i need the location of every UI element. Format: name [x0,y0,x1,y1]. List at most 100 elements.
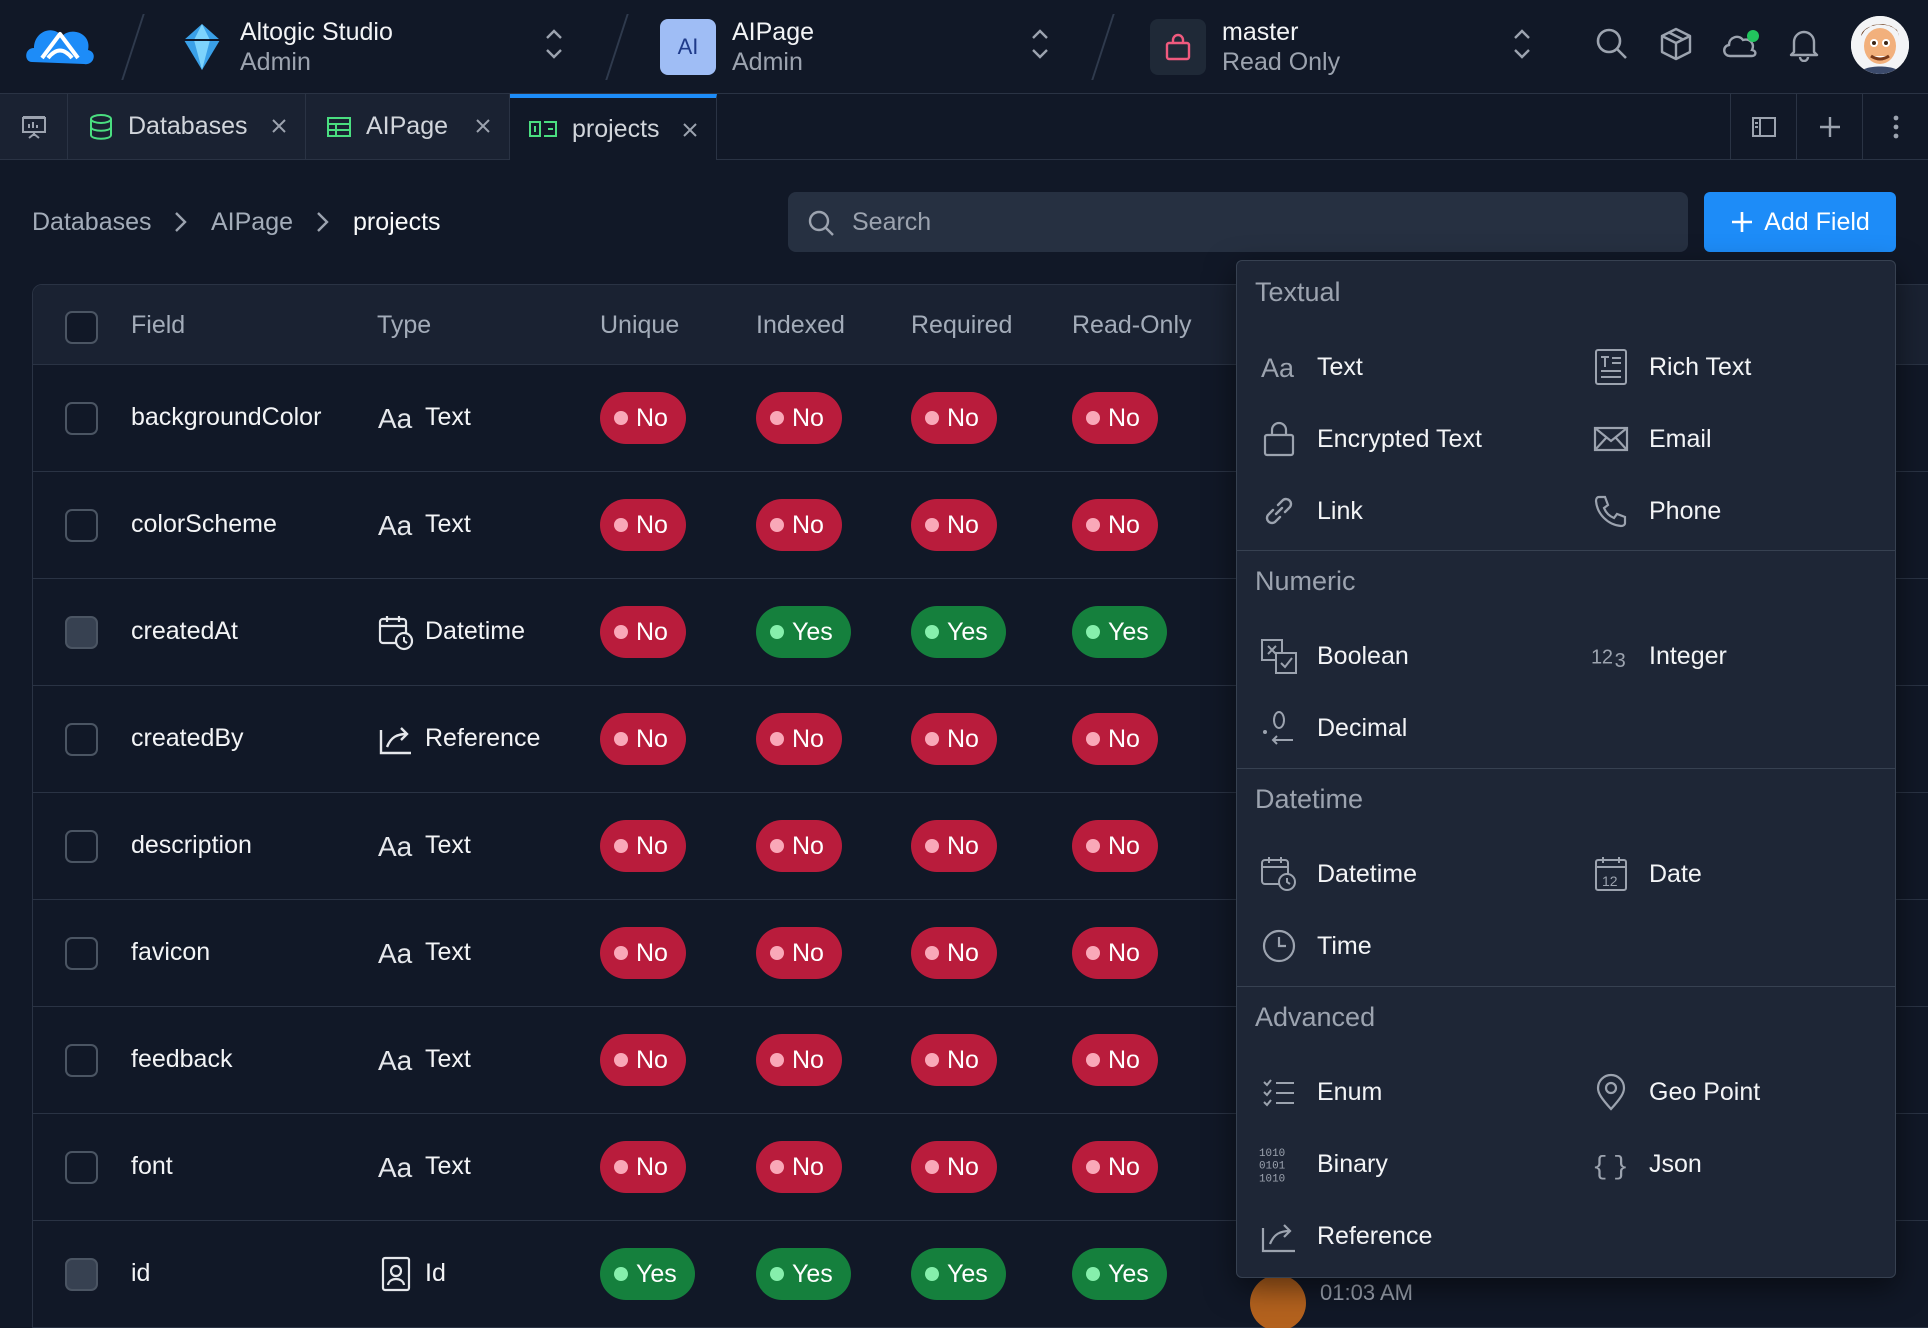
column-header-required[interactable]: Required [911,311,1012,340]
field-name[interactable]: font [131,1152,173,1181]
unique-badge: No [600,606,686,658]
search-bar [788,192,1688,252]
tab-aipage[interactable]: AIPage [306,94,510,159]
row-checkbox[interactable] [65,402,98,435]
field-name[interactable]: id [131,1259,150,1288]
email-icon [1591,419,1631,459]
select-all-checkbox[interactable] [65,311,98,344]
status-dot [614,1160,628,1174]
field-name[interactable]: backgroundColor [131,403,321,432]
menu-item-label: Date [1649,859,1702,888]
badge-label: No [636,938,668,967]
menu-item-email[interactable]: Email [1591,409,1891,469]
altogic-logo[interactable] [22,18,98,76]
menu-item-encrypted-text[interactable]: Encrypted Text [1259,409,1559,469]
row-checkbox[interactable] [65,830,98,863]
row-checkbox[interactable] [65,723,98,756]
close-icon[interactable] [269,116,289,136]
badge-label: No [792,938,824,967]
indexed-badge: No [756,1141,842,1193]
row-checkbox[interactable] [65,616,98,649]
row-checkbox[interactable] [65,1044,98,1077]
menu-item-reference[interactable]: Reference [1259,1206,1559,1266]
cloud-status-icon[interactable] [1720,26,1760,62]
menu-item-text[interactable]: Aa Text [1259,337,1559,397]
tab-overview[interactable] [0,94,68,159]
search-input[interactable] [852,192,1652,252]
field-name[interactable]: favicon [131,938,210,967]
row-checkbox[interactable] [65,509,98,542]
menu-section-advanced: Advanced [1255,1002,1376,1032]
env-mode: Read Only [1222,48,1341,76]
toggle-panel-button[interactable] [1730,94,1796,159]
row-checkbox[interactable] [65,937,98,970]
svg-text:12: 12 [1602,873,1618,889]
env-chevron-updown-icon[interactable] [1511,24,1533,64]
menu-item-rich-text[interactable]: Rich Text [1591,337,1891,397]
field-name[interactable]: colorScheme [131,510,277,539]
field-name[interactable]: description [131,831,252,860]
tab-databases[interactable]: Databases [68,94,306,159]
field-name[interactable]: createdAt [131,617,238,646]
menu-item-decimal[interactable]: Decimal [1259,698,1559,758]
user-avatar[interactable] [1851,16,1909,74]
tab-label: Databases [128,112,248,140]
badge-label: No [1108,938,1140,967]
app-chevron-updown-icon[interactable] [1029,24,1051,64]
menu-item-link[interactable]: Link [1259,481,1559,541]
rich-text-icon [1591,347,1631,387]
add-field-button[interactable]: Add Field [1704,192,1896,252]
binary-icon: 1010 0101 1010 [1259,1144,1299,1185]
org-switcher[interactable]: Altogic Studio Admin [180,12,393,82]
svg-text:Aa: Aa [378,1152,413,1183]
required-badge: No [911,713,997,765]
tab-projects[interactable]: projects [510,94,717,160]
top-bar: Altogic Studio Admin AI AIPage Admin mas… [0,0,1928,94]
svg-text:Aa: Aa [378,938,413,969]
breadcrumb-databases[interactable]: Databases [32,208,152,237]
menu-item-phone[interactable]: Phone [1591,481,1891,541]
menu-item-json[interactable]: {} Json [1591,1134,1891,1194]
env-switcher[interactable]: master Read Only [1150,12,1340,82]
org-chevron-updown-icon[interactable] [543,24,565,64]
badge-label: No [636,1152,668,1181]
column-header-readonly[interactable]: Read-Only [1072,311,1192,340]
menu-item-integer[interactable]: 1 2 3 Integer [1591,626,1891,686]
menu-section-datetime: Datetime [1255,784,1364,814]
field-name[interactable]: createdBy [131,724,244,753]
column-header-field[interactable]: Field [131,311,185,340]
column-header-type[interactable]: Type [377,311,431,340]
new-tab-button[interactable] [1796,94,1862,159]
menu-item-geo-point[interactable]: Geo Point [1591,1062,1891,1122]
row-checkbox[interactable] [65,1151,98,1184]
bell-icon[interactable] [1786,26,1822,62]
column-header-unique[interactable]: Unique [600,311,679,340]
badge-label: No [1108,1045,1140,1074]
more-options-button[interactable] [1862,94,1928,159]
app-switcher[interactable]: AI AIPage Admin [660,12,814,82]
field-name[interactable]: feedback [131,1045,232,1074]
close-icon[interactable] [680,120,700,140]
menu-item-binary[interactable]: 1010 0101 1010 Binary [1259,1134,1559,1194]
column-header-indexed[interactable]: Indexed [756,311,845,340]
menu-item-enum[interactable]: Enum [1259,1062,1559,1122]
menu-item-time[interactable]: Time [1259,916,1559,976]
required-badge: No [911,392,997,444]
text-type-icon: Aa [377,1041,415,1079]
badge-label: No [947,403,979,432]
close-icon[interactable] [473,116,493,136]
status-dot [1086,1053,1100,1067]
menu-item-label: Time [1317,931,1372,960]
row-checkbox[interactable] [65,1258,98,1291]
menu-item-datetime[interactable]: Datetime [1259,844,1559,904]
menu-item-date[interactable]: 12 Date [1591,844,1891,904]
status-dot [925,1160,939,1174]
search-icon[interactable] [1594,26,1630,62]
indexed-badge: Yes [756,1248,851,1300]
menu-divider [1237,550,1895,551]
breadcrumb-projects: projects [353,208,441,236]
breadcrumb-aipage[interactable]: AIPage [211,208,293,237]
package-icon[interactable] [1658,26,1694,62]
indexed-badge: No [756,927,842,979]
menu-item-boolean[interactable]: Boolean [1259,626,1559,686]
